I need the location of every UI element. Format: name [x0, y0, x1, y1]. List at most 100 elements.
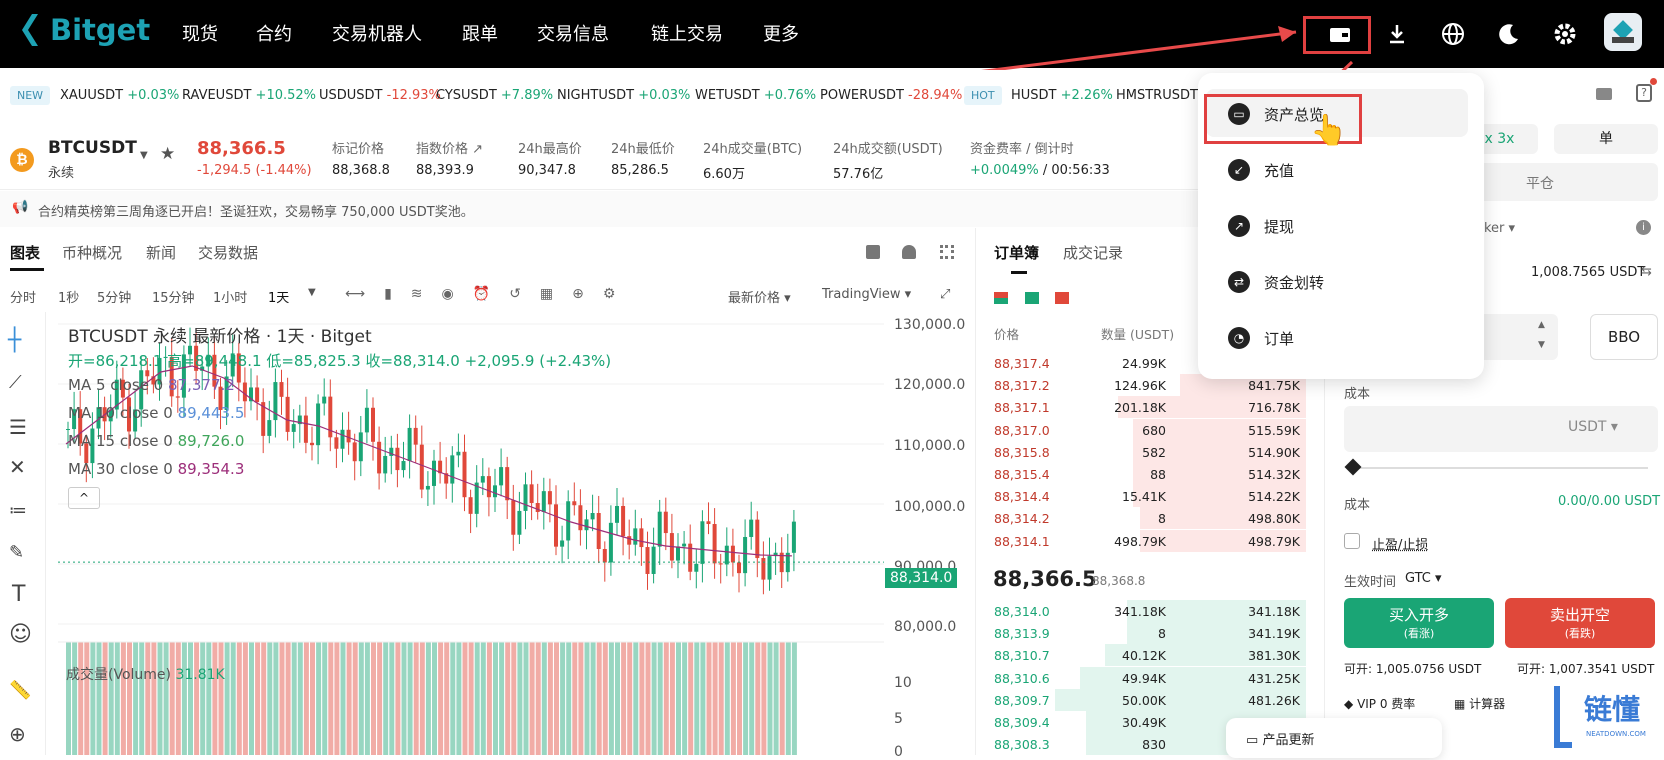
chart-settings-icon[interactable]: ⚙	[603, 286, 616, 302]
bitget-logo[interactable]: Bitget	[18, 12, 150, 48]
bell-icon[interactable]	[902, 245, 916, 259]
tab-news[interactable]: 新闻	[146, 242, 176, 263]
menu-item-deposit[interactable]: ↙ 充值	[1198, 145, 1484, 195]
ticker-item[interactable]: CYSUSDT +7.89%	[436, 88, 553, 103]
nav-futures[interactable]: 合约	[256, 20, 292, 46]
collapse-legend-button[interactable]: ^	[68, 487, 100, 509]
layout-icon[interactable]	[940, 245, 954, 259]
globe-icon[interactable]	[1436, 17, 1470, 51]
add-icon[interactable]: ⊕	[572, 286, 584, 302]
fib-icon[interactable]: ≔	[9, 500, 27, 521]
orderbook-row[interactable]: 88,310.7 40.12K 381.30K	[992, 644, 1306, 667]
tf-15m[interactable]: 15分钟	[152, 287, 195, 306]
tf-timeline[interactable]: 分时	[10, 287, 36, 306]
replay-icon[interactable]: ↺	[509, 286, 521, 302]
measure-icon[interactable]: ⟷	[345, 286, 365, 302]
ticker-item[interactable]: POWERUSDT -28.94%	[820, 88, 962, 103]
download-icon[interactable]	[1380, 17, 1414, 51]
pair-dropdown-icon[interactable]: ▼	[140, 150, 148, 161]
orderbook-row[interactable]: 88,314.4 15.41K 514.22K	[992, 485, 1306, 508]
ticket-icon[interactable]	[1596, 88, 1612, 100]
dark-mode-icon[interactable]	[1492, 17, 1526, 51]
tf-dropdown-icon[interactable]: ▼	[308, 287, 316, 298]
calendar-icon[interactable]: ▦	[540, 286, 553, 302]
camera-icon[interactable]: ◉	[442, 286, 454, 302]
orderbook-row[interactable]: 88,313.9 8 341.19K	[992, 622, 1306, 645]
unit-select[interactable]: USDT ▾	[1568, 419, 1618, 435]
view-select[interactable]: TradingView ▾	[822, 287, 911, 302]
trendline-icon[interactable]: ⟋	[9, 372, 22, 393]
orderbook-row[interactable]: 88,314.1 498.79K 498.79K	[992, 530, 1306, 553]
pattern-icon[interactable]: ✕	[9, 455, 26, 479]
ruler-icon[interactable]: 📏	[9, 680, 31, 701]
tab-chart[interactable]: 图表	[10, 242, 40, 263]
calculator[interactable]: ▦ 计算器	[1454, 695, 1505, 712]
info-icon[interactable]: i	[1636, 220, 1651, 235]
announcement-bar[interactable]: 📢 合约精英榜第三周角逐已开启！圣诞狂欢，交易畅享 750,000 USDT奖池…	[0, 191, 1326, 227]
crosshair-icon[interactable]: ┼	[8, 328, 21, 353]
settings-icon[interactable]	[1548, 17, 1582, 51]
ticker-item[interactable]: RAVEUSDT +10.52%	[182, 88, 316, 103]
tf-1h[interactable]: 1小时	[213, 287, 247, 306]
orderbook-row[interactable]: 88,314.0 341.18K 341.18K	[992, 600, 1306, 623]
nav-copy[interactable]: 跟单	[462, 20, 498, 46]
indicator-icon[interactable]: ≋	[411, 286, 423, 302]
ticker-item[interactable]: NIGHTUSDT +0.03%	[557, 88, 690, 103]
close-position-tab[interactable]: 平仓	[1526, 173, 1554, 193]
price-type-select[interactable]: 最新价格 ▾	[728, 287, 791, 306]
tf-1d[interactable]: 1天	[268, 287, 289, 306]
zoom-icon[interactable]: ⊕	[9, 722, 26, 746]
ticker-item[interactable]: USDUSDT -12.93%	[319, 88, 441, 103]
orderbook-row[interactable]: 88,310.6 49.94K 431.25K	[992, 667, 1306, 690]
emoji-icon[interactable]: ☺	[9, 622, 32, 647]
nav-info[interactable]: 交易信息	[537, 20, 609, 46]
amount-slider[interactable]	[1348, 467, 1648, 469]
menu-item-withdraw[interactable]: ↗ 提现	[1198, 201, 1484, 251]
asks-view-icon[interactable]	[1055, 292, 1069, 304]
both-sides-view-icon[interactable]	[994, 292, 1008, 304]
pair-symbol[interactable]: BTCUSDT	[48, 138, 137, 158]
bids-view-icon[interactable]	[1025, 292, 1039, 304]
brush-icon[interactable]: ✎	[9, 542, 24, 563]
margin-mode-chip[interactable]: 单	[1554, 124, 1658, 154]
favorite-star-icon[interactable]: ★	[160, 144, 175, 164]
bbo-button[interactable]: BBO	[1590, 314, 1658, 360]
ticker-item[interactable]: HUSDT +2.26%	[1011, 88, 1113, 103]
orderbook-row[interactable]: 88,315.4 88 514.32K	[992, 463, 1306, 486]
avatar[interactable]	[1604, 13, 1642, 51]
nav-spot[interactable]: 现货	[182, 20, 218, 46]
menu-item-orders[interactable]: ◔ 订单	[1198, 313, 1484, 363]
orderbook-row[interactable]: 88,314.2 8 498.80K	[992, 507, 1306, 530]
fullscreen-icon[interactable]: ⤢	[940, 287, 950, 302]
book-icon[interactable]	[866, 245, 880, 259]
menu-item-transfer[interactable]: ⇄ 资金划转	[1198, 257, 1484, 307]
amount-input[interactable]: USDT ▾	[1344, 406, 1658, 452]
vip-fee[interactable]: ◆ VIP 0 费率	[1344, 695, 1415, 712]
buy-long-button[interactable]: 买入开多 (看涨)	[1344, 598, 1494, 648]
orderbook-row[interactable]: 88,317.1 201.18K 716.78K	[992, 396, 1306, 419]
help-icon[interactable]: ?	[1636, 84, 1652, 102]
tab-coin-overview[interactable]: 币种概况	[62, 242, 122, 263]
tab-orderbook[interactable]: 订单簿	[994, 242, 1039, 263]
nav-bots[interactable]: 交易机器人	[332, 20, 422, 46]
slider-handle[interactable]	[1345, 459, 1362, 476]
tif-select[interactable]: GTC ▾	[1405, 571, 1442, 586]
tab-trading-data[interactable]: 交易数据	[198, 242, 258, 263]
ticker-item[interactable]: XAUUSDT +0.03%	[60, 88, 179, 103]
product-update-card[interactable]: ▭ 产品更新	[1226, 718, 1442, 758]
tf-1s[interactable]: 1秒	[58, 287, 79, 306]
candle-type-icon[interactable]: ▮	[384, 286, 392, 302]
tab-trades[interactable]: 成交记录	[1063, 242, 1123, 263]
tpsl-label[interactable]: 止盈/止损	[1372, 534, 1428, 553]
alarm-icon[interactable]: ⏰	[473, 286, 490, 302]
orderbook-row[interactable]: 88,315.8 582 514.90K	[992, 441, 1306, 464]
orderbook-row[interactable]: 88,317.0 680 515.59K	[992, 419, 1306, 442]
tpsl-checkbox[interactable]	[1344, 533, 1360, 549]
ticker-item[interactable]: WETUSDT +0.76%	[695, 88, 816, 103]
tf-5m[interactable]: 5分钟	[97, 287, 131, 306]
horizontal-lines-icon[interactable]: ☰	[9, 415, 27, 439]
orderbook-row[interactable]: 88,309.7 50.00K 481.26K	[992, 689, 1306, 712]
transfer-icon[interactable]: ⇆	[1641, 264, 1652, 279]
sell-short-button[interactable]: 卖出开空 (看跌)	[1505, 598, 1655, 648]
ticker-item[interactable]: HMSTRUSDT	[1116, 88, 1198, 103]
